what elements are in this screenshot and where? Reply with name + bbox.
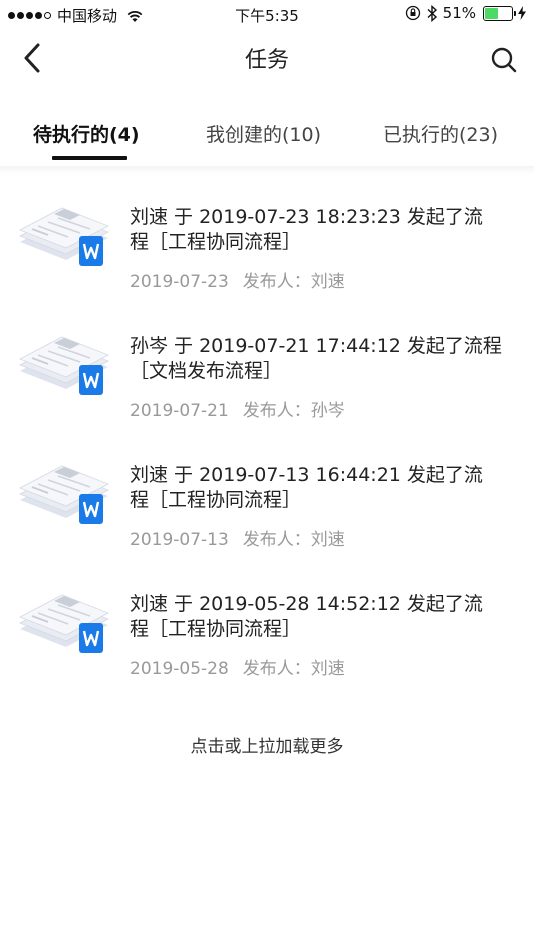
orientation-lock-icon <box>405 5 420 21</box>
task-publisher: 发布人：刘速 <box>242 272 345 292</box>
status-right: 51% <box>405 4 526 22</box>
tab-executed[interactable]: 已执行的(23) <box>383 120 498 147</box>
list-item[interactable]: 刘速 于 2019-05-28 14:52:12 发起了流 程［工程协同流程］ … <box>0 561 534 690</box>
task-meta: 2019-07-13 发布人：刘速 <box>130 525 345 550</box>
tab-pending[interactable]: 待执行的(4) <box>33 120 140 147</box>
tab-divider <box>0 166 534 174</box>
nav-bar: 任务 <box>0 28 534 88</box>
task-publisher: 发布人：刘速 <box>242 530 345 550</box>
task-meta: 2019-07-21 发布人：孙岑 <box>130 396 345 421</box>
task-title-line2: 程［工程协同流程］ <box>130 618 302 640</box>
document-stack-icon <box>19 594 109 653</box>
task-title-line1: 刘速 于 2019-07-13 16:44:21 发起了流 <box>130 464 483 486</box>
active-tab-indicator <box>52 156 127 160</box>
task-title-line1: 刘速 于 2019-07-23 18:23:23 发起了流 <box>130 206 483 228</box>
list-item[interactable]: 孙岑 于 2019-07-21 17:44:12 发起了流程 ［文档发布流程］ … <box>0 303 534 432</box>
load-more-button[interactable]: 点击或上拉加载更多 <box>0 732 534 757</box>
document-stack-icon <box>19 207 109 266</box>
list-item[interactable]: 刘速 于 2019-07-13 16:44:21 发起了流 程［工程协同流程］ … <box>0 432 534 561</box>
task-list: 刘速 于 2019-07-23 18:23:23 发起了流 程［工程协同流程］ … <box>0 174 534 690</box>
task-title: 刘速 于 2019-07-23 18:23:23 发起了流 程［工程协同流程］ <box>130 205 520 255</box>
task-title: 孙岑 于 2019-07-21 17:44:12 发起了流程 ［文档发布流程］ <box>130 334 520 384</box>
tab-created[interactable]: 我创建的(10) <box>206 120 321 147</box>
charging-bolt-icon <box>518 6 526 20</box>
list-item[interactable]: 刘速 于 2019-07-23 18:23:23 发起了流 程［工程协同流程］ … <box>0 174 534 303</box>
task-title-line2: 程［工程协同流程］ <box>130 231 302 253</box>
document-stack-icon <box>19 336 109 395</box>
tab-bar: 待执行的(4) 我创建的(10) 已执行的(23) <box>0 104 534 167</box>
search-icon <box>491 47 517 73</box>
task-publisher: 发布人：孙岑 <box>242 401 345 421</box>
task-title-line2: ［文档发布流程］ <box>130 360 283 382</box>
task-publisher: 发布人：刘速 <box>242 659 345 679</box>
task-title-line1: 孙岑 于 2019-07-21 17:44:12 发起了流程 <box>130 335 502 357</box>
search-button[interactable] <box>488 44 520 76</box>
task-date: 2019-07-13 <box>130 530 229 550</box>
task-title-line1: 刘速 于 2019-05-28 14:52:12 发起了流 <box>130 593 483 615</box>
task-title-line2: 程［工程协同流程］ <box>130 489 302 511</box>
battery-icon <box>483 5 516 21</box>
task-title: 刘速 于 2019-05-28 14:52:12 发起了流 程［工程协同流程］ <box>130 592 520 642</box>
status-bar: 中国移动 下午5:35 51% <box>0 0 534 28</box>
task-date: 2019-05-28 <box>130 659 229 679</box>
task-date: 2019-07-23 <box>130 272 229 292</box>
battery-percent: 51% <box>442 4 476 22</box>
task-meta: 2019-07-23 发布人：刘速 <box>130 267 345 292</box>
bluetooth-icon <box>427 4 437 22</box>
task-meta: 2019-05-28 发布人：刘速 <box>130 654 345 679</box>
task-date: 2019-07-21 <box>130 401 229 421</box>
document-stack-icon <box>19 465 109 524</box>
task-title: 刘速 于 2019-07-13 16:44:21 发起了流 程［工程协同流程］ <box>130 463 520 513</box>
page-title: 任务 <box>244 48 289 73</box>
